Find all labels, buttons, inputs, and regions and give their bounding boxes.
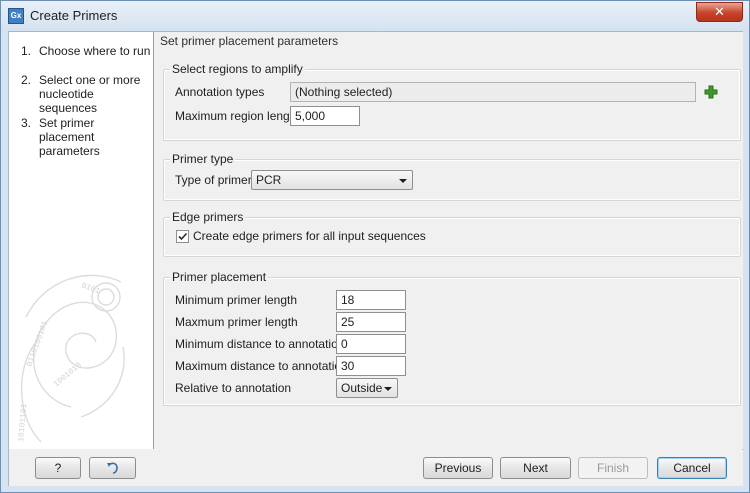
max-distance-label: Maximum distance to annotation [175,359,348,373]
max-region-length-input[interactable]: 5,000 [290,106,360,126]
max-region-length-label: Maximum region length [175,109,300,123]
regions-group-title: Select regions to amplify [170,62,305,76]
relative-to-annotation-value: Outside [341,381,383,395]
primer-placement-group-title: Primer placement [170,270,269,284]
relative-to-annotation-label: Relative to annotation [175,381,292,395]
finish-button[interactable]: Finish [578,457,648,479]
parameters-panel: Set primer placement parameters Select r… [155,32,743,449]
close-button[interactable]: ✕ [696,2,743,22]
min-distance-input[interactable]: 0 [336,334,406,354]
reset-button[interactable] [89,457,136,479]
min-primer-length-label: Minimum primer length [175,293,298,307]
svg-text:10101101: 10101101 [17,403,29,442]
step-number: 1. [21,44,32,58]
wizard-steps-panel: 1. Choose where to run 2. Select one or … [9,32,154,449]
edge-primers-group-title: Edge primers [170,210,246,224]
step-label: Set primer placement parameters [39,116,100,158]
regions-group: Select regions to amplify Annotation typ… [163,62,741,141]
dialog-body: 1. Choose where to run 2. Select one or … [8,31,743,486]
window-title: Create Primers [30,8,118,23]
step-label: Choose where to run [39,44,151,58]
max-primer-length-label: Maxmum primer length [175,315,298,329]
next-button[interactable]: Next [500,457,571,479]
max-primer-length-input[interactable]: 25 [336,312,406,332]
cancel-button[interactable]: Cancel [657,457,727,479]
title-bar[interactable]: Gx Create Primers ✕ [1,1,749,31]
chevron-down-icon [384,387,392,391]
app-icon: Gx [8,8,24,24]
step-number: 2. [21,73,32,87]
plus-icon[interactable] [704,85,718,99]
relative-to-annotation-select[interactable]: Outside [336,378,398,398]
primer-type-select[interactable]: PCR [251,170,413,190]
checkmark-icon [178,232,188,241]
annotation-types-field[interactable]: (Nothing selected) [290,82,696,102]
undo-icon [106,462,118,474]
step-number: 3. [21,116,32,130]
help-button[interactable]: ? [35,457,81,479]
step-label: Select one or more nucleotide sequences [39,73,141,115]
chevron-down-icon [399,179,407,183]
svg-text:1001010: 1001010 [52,361,84,390]
dialog-footer: ? Previous Next Finish Cancel [9,450,743,486]
edge-primers-group: Edge primers Create edge primers for all… [163,210,741,257]
edge-primers-checkbox[interactable] [176,230,189,243]
edge-primers-checkbox-label[interactable]: Create edge primers for all input sequen… [193,229,426,243]
primer-type-value: PCR [256,173,282,187]
svg-text:0110100101: 0110100101 [25,320,50,368]
max-distance-input[interactable]: 30 [336,356,406,376]
primer-type-label: Type of primer [175,173,252,187]
panel-header: Set primer placement parameters [160,34,339,48]
primer-type-group: Primer type Type of primer PCR [163,152,741,201]
primer-type-group-title: Primer type [170,152,236,166]
decorative-swirl-logo: 0110100101 1001010 10101101 0101 [17,274,125,443]
previous-button[interactable]: Previous [423,457,493,479]
min-distance-label: Minimum distance to annotation [175,337,345,351]
primer-placement-group: Primer placement Minimum primer length 1… [163,270,741,406]
annotation-types-label: Annotation types [175,85,265,99]
svg-text:0101: 0101 [80,281,101,296]
create-primers-window: Gx Create Primers ✕ 1. Choose where to r… [0,0,750,493]
min-primer-length-input[interactable]: 18 [336,290,406,310]
